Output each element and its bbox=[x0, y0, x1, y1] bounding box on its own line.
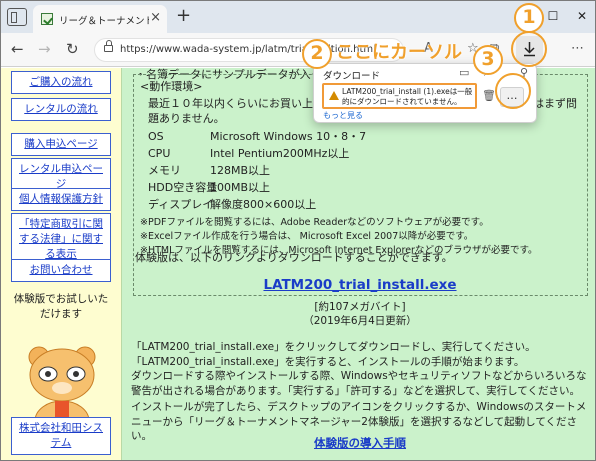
download-size: [約107メガバイト] bbox=[314, 301, 406, 313]
download-warning-message: LATM200_trial_install (1).exeは一般的にダウンロード… bbox=[342, 87, 473, 106]
download-item[interactable]: LATM200_trial_install (1).exeは一般的にダウンロード… bbox=[322, 83, 477, 109]
sidebar-link-purchase-flow[interactable]: ご購入の流れ bbox=[11, 71, 111, 94]
callout-badge-3: 3 bbox=[473, 45, 503, 75]
close-window-button[interactable]: ✕ bbox=[574, 9, 590, 23]
env-note: ※Excelファイル作成を行う場合は、 Microsoft Excel 2007… bbox=[140, 231, 474, 242]
favicon-icon bbox=[41, 13, 53, 25]
env-row: ディスプレイ解像度800×600以上 bbox=[148, 198, 317, 211]
env-row: CPU Intel Pentium200MHz以上 bbox=[148, 147, 350, 160]
delete-icon[interactable]: 🗑 bbox=[482, 89, 496, 102]
new-tab-button[interactable]: + bbox=[176, 7, 191, 25]
callout-badge-2: 2 bbox=[302, 39, 332, 69]
tab-strip: リーグ＆トーナメントマネージャー 体験版 × + — ☐ ✕ bbox=[1, 1, 595, 33]
env-row: メモリ 128MB以上 bbox=[148, 164, 271, 177]
see-more-link[interactable]: もっと見る bbox=[323, 110, 363, 121]
main-content: ・名簿データにサンプルデータが入っています。 <動作環境> 最近１０年以内くらい… bbox=[123, 68, 595, 460]
reload-button[interactable]: ↻ bbox=[66, 41, 79, 57]
sidebar-link-company[interactable]: 株式会社和田システム bbox=[11, 417, 111, 455]
forward-button[interactable]: → bbox=[38, 41, 51, 57]
back-button[interactable]: ← bbox=[11, 41, 24, 57]
browser-tab[interactable]: リーグ＆トーナメントマネージャー 体験版 × bbox=[33, 5, 167, 33]
install-guide-link[interactable]: 体験版の導入手順 bbox=[123, 435, 595, 451]
env-row: HDD空き容量100MB以上 bbox=[148, 181, 271, 194]
callout-ring-more bbox=[495, 73, 531, 109]
settings-more-icon[interactable]: ⋯ bbox=[571, 41, 584, 57]
web-page: ご購入の流れ レンタルの流れ 購入申込ページ レンタル申込ページ 個人情報保護方… bbox=[1, 68, 595, 460]
browser-window: リーグ＆トーナメントマネージャー 体験版 × + — ☐ ✕ ← → ↻ htt… bbox=[0, 0, 596, 461]
environment-title: <動作環境> bbox=[140, 80, 203, 93]
download-intro: 体験版は、以下のリンクよりダウンロードすることができます。 bbox=[135, 251, 453, 264]
browser-toolbar: ← → ↻ https://www.wada-system.jp/latm/tr… bbox=[1, 33, 595, 67]
tab-actions-icon[interactable] bbox=[7, 8, 27, 26]
tab-title: リーグ＆トーナメントマネージャー 体験版 bbox=[59, 16, 149, 27]
callout-ring-downloads bbox=[511, 31, 547, 67]
lock-icon bbox=[104, 40, 113, 52]
env-row: OS Microsoft Windows 10・8・7 bbox=[148, 130, 367, 143]
trial-text: 体験版でお試しいただけます bbox=[13, 293, 109, 320]
maximize-button[interactable]: ☐ bbox=[545, 9, 561, 23]
sidebar-link-purchase-form[interactable]: 購入申込ページ bbox=[11, 133, 111, 156]
download-date: （2019年6月4日更新） bbox=[303, 315, 417, 327]
callout-badge-1: 1 bbox=[514, 3, 544, 33]
downloads-title: ダウンロード bbox=[323, 71, 381, 82]
open-folder-icon[interactable]: ▭ bbox=[459, 67, 469, 79]
paragraph-warning: ダウンロードする際やインストールする際、Windowsやセキュリティソフトなどか… bbox=[131, 370, 587, 397]
sidebar-link-privacy[interactable]: 個人情報保護方針 bbox=[11, 188, 111, 211]
sidebar: ご購入の流れ レンタルの流れ 購入申込ページ レンタル申込ページ 個人情報保護方… bbox=[1, 68, 122, 460]
env-note: ※PDFファイルを閲覧するには、Adobe Readerなどのソフトウェアが必要… bbox=[140, 217, 489, 228]
sidebar-link-rental-flow[interactable]: レンタルの流れ bbox=[11, 98, 111, 121]
callout-cursor-text: ここにカーソル bbox=[336, 42, 462, 63]
download-link[interactable]: LATM200_trial_install.exe bbox=[123, 277, 595, 293]
warning-icon bbox=[329, 91, 339, 100]
tab-close-icon[interactable]: × bbox=[150, 11, 161, 25]
sidebar-link-contact[interactable]: お問い合わせ bbox=[11, 259, 111, 282]
paragraph-run: 「LATM200_trial_install.exe」をクリックしてダウンロード… bbox=[131, 341, 536, 368]
